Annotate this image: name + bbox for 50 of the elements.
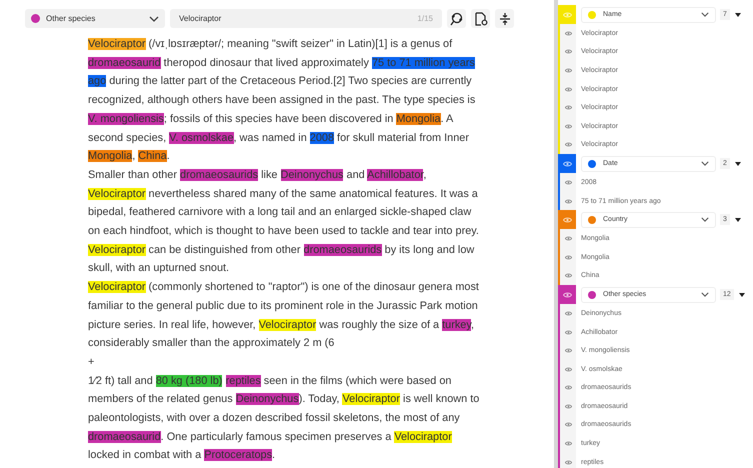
eye-icon[interactable]: [564, 385, 572, 390]
search-field[interactable]: Velociraptor 1/15: [170, 9, 442, 28]
eye-icon[interactable]: [564, 236, 572, 242]
expand-caret-icon[interactable]: [734, 162, 741, 166]
eye-icon[interactable]: [564, 330, 572, 335]
eye-icon: [562, 216, 572, 223]
expand-caret-icon[interactable]: [734, 12, 741, 16]
eye-icon: [562, 292, 572, 298]
document-paragraph: +: [88, 354, 96, 370]
expand-caret-icon[interactable]: [734, 218, 741, 222]
group-visibility-toggle[interactable]: [558, 285, 576, 304]
eye-icon[interactable]: [564, 366, 572, 372]
eye-icon[interactable]: [564, 180, 572, 185]
eye-icon[interactable]: [564, 124, 572, 129]
eye-icon[interactable]: [564, 441, 572, 446]
eye-icon[interactable]: [564, 422, 572, 428]
chevron-icon: [701, 217, 709, 222]
eye-icon[interactable]: [564, 198, 572, 204]
document-paragraph: 1⁄2 ft) tall and 80 kg (180 lb) reptiles seen in the films (which were based on members of the related genus Deinonychus). Today, Velociraptor is well known to paleontologists, with over a dozen described fossil skeletons, the most of any dromaeosaurid. One particularly famous specimen preserves a Velociraptor locked in combat with a Protoceratops.: [88, 374, 480, 464]
chevron-icon: [701, 292, 709, 298]
document-gear-icon: [474, 12, 488, 26]
collapse-icon: [498, 12, 510, 26]
search-refresh-icon: [450, 12, 464, 26]
eye-icon[interactable]: [564, 273, 572, 278]
group-visibility-toggle[interactable]: [558, 210, 576, 230]
expand-caret-icon[interactable]: [738, 292, 745, 297]
eye-icon[interactable]: [564, 254, 572, 260]
group-visibility-toggle[interactable]: [558, 5, 576, 24]
eye-icon[interactable]: [564, 68, 572, 73]
eye-icon: [562, 12, 572, 18]
eye-icon[interactable]: [564, 86, 572, 92]
eye-icon[interactable]: [564, 348, 572, 354]
match-count: 1/15: [417, 14, 433, 23]
chevron-icon: [701, 161, 709, 166]
eye-icon[interactable]: [564, 49, 572, 54]
eye-icon[interactable]: [564, 460, 572, 465]
document-settings-button[interactable]: [471, 9, 490, 28]
chevron-icon: [701, 12, 709, 17]
eye-icon[interactable]: [564, 142, 572, 148]
eye-icon: [562, 160, 572, 167]
eye-icon[interactable]: [564, 310, 572, 316]
group-visibility-toggle[interactable]: [558, 154, 576, 174]
category-label: Other species: [46, 14, 96, 23]
eye-icon[interactable]: [564, 105, 572, 110]
chevron-icon: [149, 16, 159, 22]
collapse-button[interactable]: [495, 9, 514, 28]
eye-icon[interactable]: [564, 404, 572, 409]
search-refresh-button[interactable]: [447, 9, 466, 28]
category-dropdown[interactable]: Other species: [25, 9, 165, 28]
eye-icon[interactable]: [564, 30, 572, 36]
